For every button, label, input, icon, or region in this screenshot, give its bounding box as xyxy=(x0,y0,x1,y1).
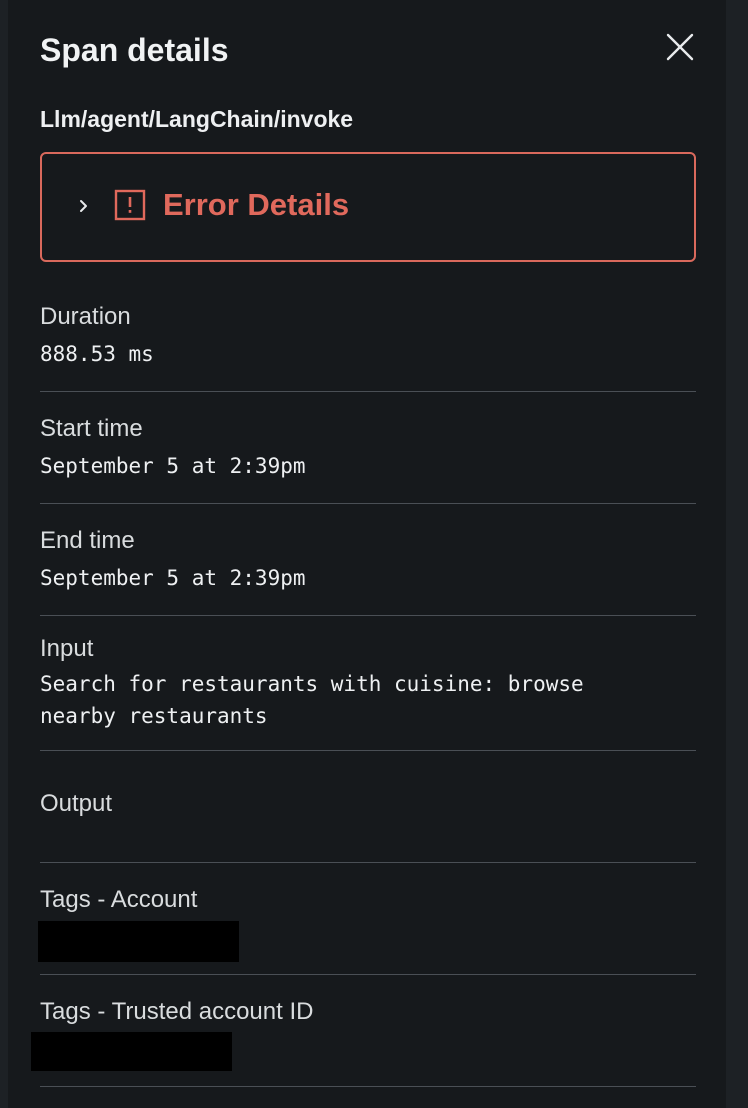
tags-account-field: Tags - Account xyxy=(40,885,696,915)
end-time-label: End time xyxy=(40,527,135,554)
start-time-label: Start time xyxy=(40,415,143,442)
redacted-account-value xyxy=(38,921,239,962)
duration-field: Duration 888.53 ms xyxy=(40,302,696,370)
tags-trusted-account-field: Tags - Trusted account ID xyxy=(40,997,696,1027)
divider xyxy=(40,974,696,975)
panel-title: Span details xyxy=(40,32,229,68)
close-button[interactable] xyxy=(662,29,698,65)
tags-account-label: Tags - Account xyxy=(40,886,198,913)
tags-trusted-account-label: Tags - Trusted account ID xyxy=(40,998,314,1025)
divider xyxy=(40,862,696,863)
input-field: Input Search for restaurants with cuisin… xyxy=(40,634,696,732)
start-time-value: September 5 at 2:39pm xyxy=(40,454,306,478)
alert-square-icon xyxy=(114,189,146,221)
start-time-field: Start time September 5 at 2:39pm xyxy=(40,414,696,482)
input-label: Input xyxy=(40,635,94,662)
redacted-trusted-account-value xyxy=(31,1032,232,1071)
chevron-right-icon xyxy=(80,200,87,212)
divider xyxy=(40,503,696,504)
divider xyxy=(40,615,696,616)
divider xyxy=(40,1086,696,1087)
end-time-field: End time September 5 at 2:39pm xyxy=(40,526,696,594)
close-icon xyxy=(666,33,694,61)
duration-value: 888.53 ms xyxy=(40,342,154,366)
output-field: Output xyxy=(40,789,696,825)
duration-label: Duration xyxy=(40,303,131,330)
divider xyxy=(40,391,696,392)
error-details-title: Error Details xyxy=(163,187,350,222)
input-value: Search for restaurants with cuisine: bro… xyxy=(40,672,584,728)
end-time-value: September 5 at 2:39pm xyxy=(40,566,306,590)
error-details-toggle[interactable]: Error Details xyxy=(40,152,696,262)
span-name: Llm/agent/LangChain/invoke xyxy=(40,106,354,132)
output-label: Output xyxy=(40,790,113,817)
divider xyxy=(40,750,696,751)
